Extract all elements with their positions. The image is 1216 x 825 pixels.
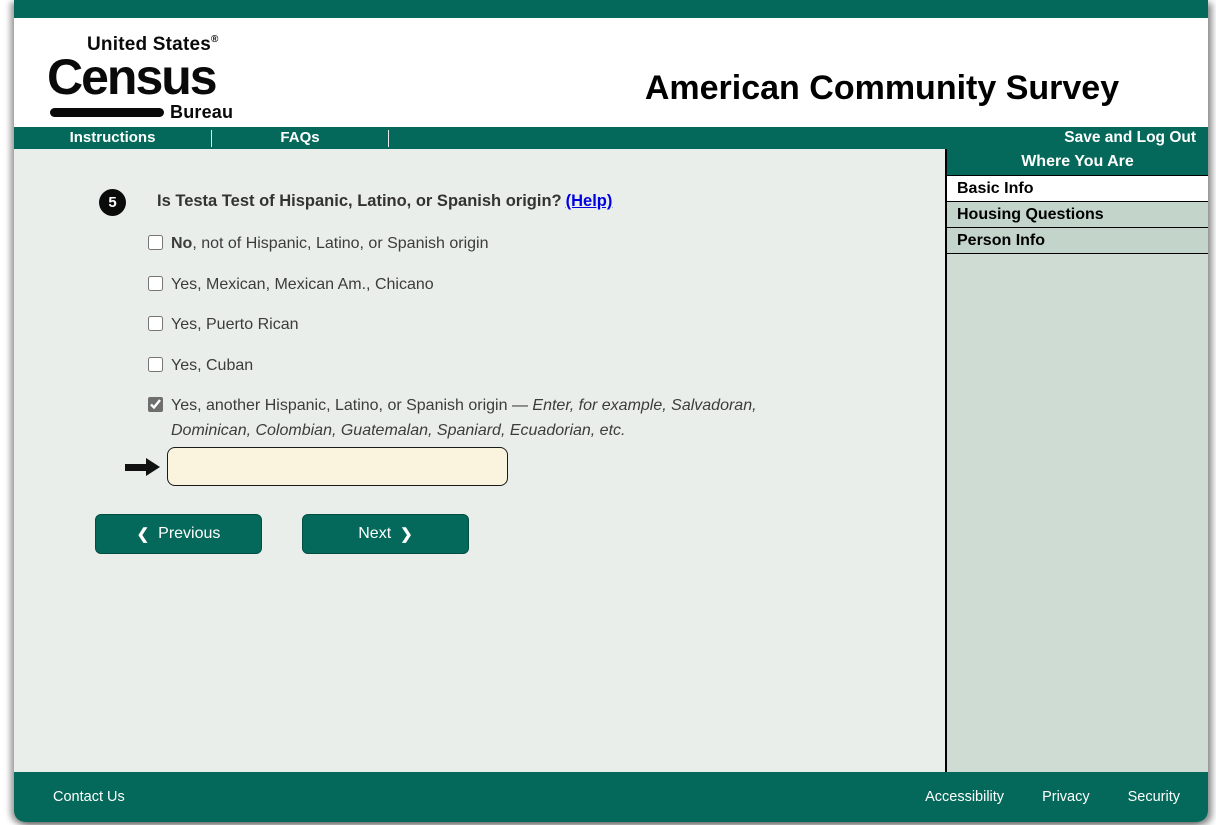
page-footer: Contact Us Accessibility Privacy Securit… [14, 772, 1208, 822]
sidebar-item-person-info[interactable]: Person Info [947, 228, 1208, 254]
previous-button[interactable]: ❮ Previous [95, 514, 262, 554]
checkbox-puerto-rican[interactable] [148, 316, 163, 331]
chevron-left-icon: ❮ [136, 526, 150, 543]
help-link[interactable]: (Help) [566, 192, 613, 210]
top-accent-bar [14, 0, 1208, 18]
sidebar-title: Where You Are [947, 149, 1208, 176]
progress-sidebar: Where You Are Basic Info Housing Questio… [945, 149, 1208, 772]
question-5: 5 Is Testa Test of Hispanic, Latino, or … [14, 149, 945, 216]
option-mexican[interactable]: Yes, Mexican, Mexican Am., Chicano [148, 273, 838, 298]
accessibility-link[interactable]: Accessibility [925, 789, 1004, 805]
census-bureau-logo: United States® Census Bureau [47, 34, 233, 123]
logo-bureau: Bureau [170, 102, 234, 122]
answer-options: No, not of Hispanic, Latino, or Spanish … [148, 232, 838, 443]
arrow-right-icon [125, 457, 160, 476]
option-puerto-rican[interactable]: Yes, Puerto Rican [148, 313, 838, 338]
registered-mark: ® [211, 34, 219, 45]
checkbox-mexican[interactable] [148, 275, 163, 291]
nav-item-instructions[interactable]: Instructions [14, 127, 211, 149]
navigation-buttons: ❮ Previous Next ❯ [95, 514, 469, 554]
survey-page: United States® Census Bureau American Co… [14, 0, 1208, 822]
logo-census: Census [47, 49, 218, 105]
option-cuban[interactable]: Yes, Cuban [148, 354, 838, 379]
question-text: Is Testa Test of Hispanic, Latino, or Sp… [157, 192, 613, 210]
logo-underline-bar [50, 108, 164, 117]
security-link[interactable]: Security [1128, 789, 1180, 805]
checkbox-cuban[interactable] [148, 356, 163, 372]
chevron-right-icon: ❯ [400, 526, 413, 543]
checkbox-no-hispanic[interactable] [148, 235, 163, 250]
sidebar-item-housing-questions[interactable]: Housing Questions [947, 202, 1208, 228]
option-another-origin[interactable]: Yes, another Hispanic, Latino, or Spanis… [148, 394, 838, 443]
nav-item-faqs[interactable]: FAQs [212, 127, 388, 149]
privacy-link[interactable]: Privacy [1042, 789, 1090, 805]
question-content: 5 Is Testa Test of Hispanic, Latino, or … [14, 149, 945, 772]
write-in-row [125, 447, 508, 486]
save-and-logout-link[interactable]: Save and Log Out [1064, 129, 1208, 147]
page-title: American Community Survey [644, 69, 1120, 107]
nav-separator [388, 129, 389, 147]
origin-write-in-input[interactable] [167, 447, 508, 486]
option-no-hispanic[interactable]: No, not of Hispanic, Latino, or Spanish … [148, 232, 838, 257]
checkbox-another-origin[interactable] [148, 397, 163, 412]
next-button[interactable]: Next ❯ [302, 514, 469, 554]
page-header: United States® Census Bureau American Co… [14, 18, 1208, 127]
contact-us-link[interactable]: Contact Us [14, 789, 125, 805]
sidebar-item-basic-info[interactable]: Basic Info [947, 176, 1208, 202]
main-nav: Instructions FAQs Save and Log Out [14, 127, 1208, 149]
question-number-badge: 5 [99, 189, 126, 216]
